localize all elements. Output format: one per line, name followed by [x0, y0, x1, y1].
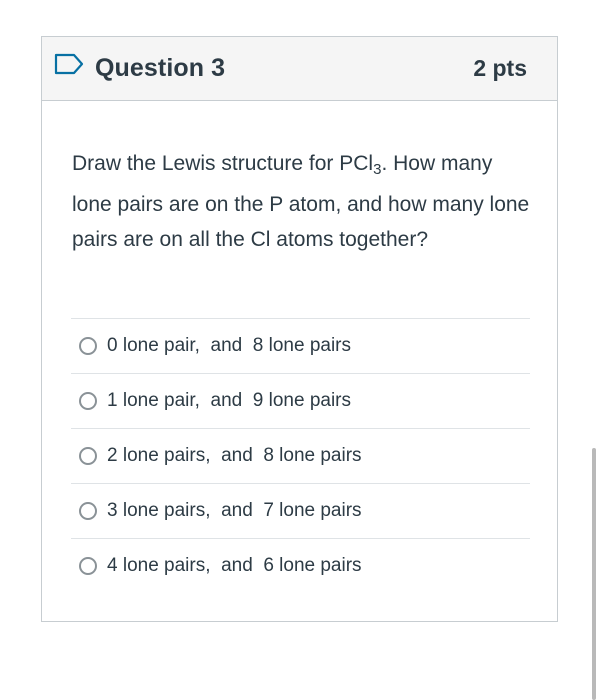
- question-header: Question 3 2 pts: [42, 37, 557, 101]
- question-title: Question 3: [95, 54, 226, 82]
- answer-option[interactable]: 0 lone pair, and 8 lone pairs: [71, 318, 530, 373]
- answer-option[interactable]: 3 lone pairs, and 7 lone pairs: [71, 483, 530, 538]
- answer-label[interactable]: 2 lone pairs, and 8 lone pairs: [107, 445, 362, 467]
- answer-label[interactable]: 3 lone pairs, and 7 lone pairs: [107, 500, 362, 522]
- flag-icon[interactable]: [54, 53, 84, 75]
- question-points: 2 pts: [473, 55, 527, 81]
- question-text-part: Draw the Lewis structure for PCl: [72, 152, 374, 175]
- answer-label[interactable]: 0 lone pair, and 8 lone pairs: [107, 335, 351, 357]
- answer-label[interactable]: 4 lone pairs, and 6 lone pairs: [107, 555, 362, 577]
- radio-button[interactable]: [79, 447, 97, 465]
- radio-button[interactable]: [79, 337, 97, 355]
- answer-list: 0 lone pair, and 8 lone pairs 1 lone pai…: [71, 318, 530, 593]
- answer-option[interactable]: 2 lone pairs, and 8 lone pairs: [71, 428, 530, 483]
- question-card: Question 3 2 pts Draw the Lewis structur…: [41, 36, 558, 622]
- answer-option[interactable]: 1 lone pair, and 9 lone pairs: [71, 373, 530, 428]
- answer-label[interactable]: 1 lone pair, and 9 lone pairs: [107, 390, 351, 412]
- radio-button[interactable]: [79, 502, 97, 520]
- answer-option[interactable]: 4 lone pairs, and 6 lone pairs: [71, 538, 530, 593]
- scrollbar[interactable]: [592, 448, 596, 700]
- radio-button[interactable]: [79, 392, 97, 410]
- radio-button[interactable]: [79, 557, 97, 575]
- question-text: Draw the Lewis structure for PCl3. How m…: [72, 146, 532, 257]
